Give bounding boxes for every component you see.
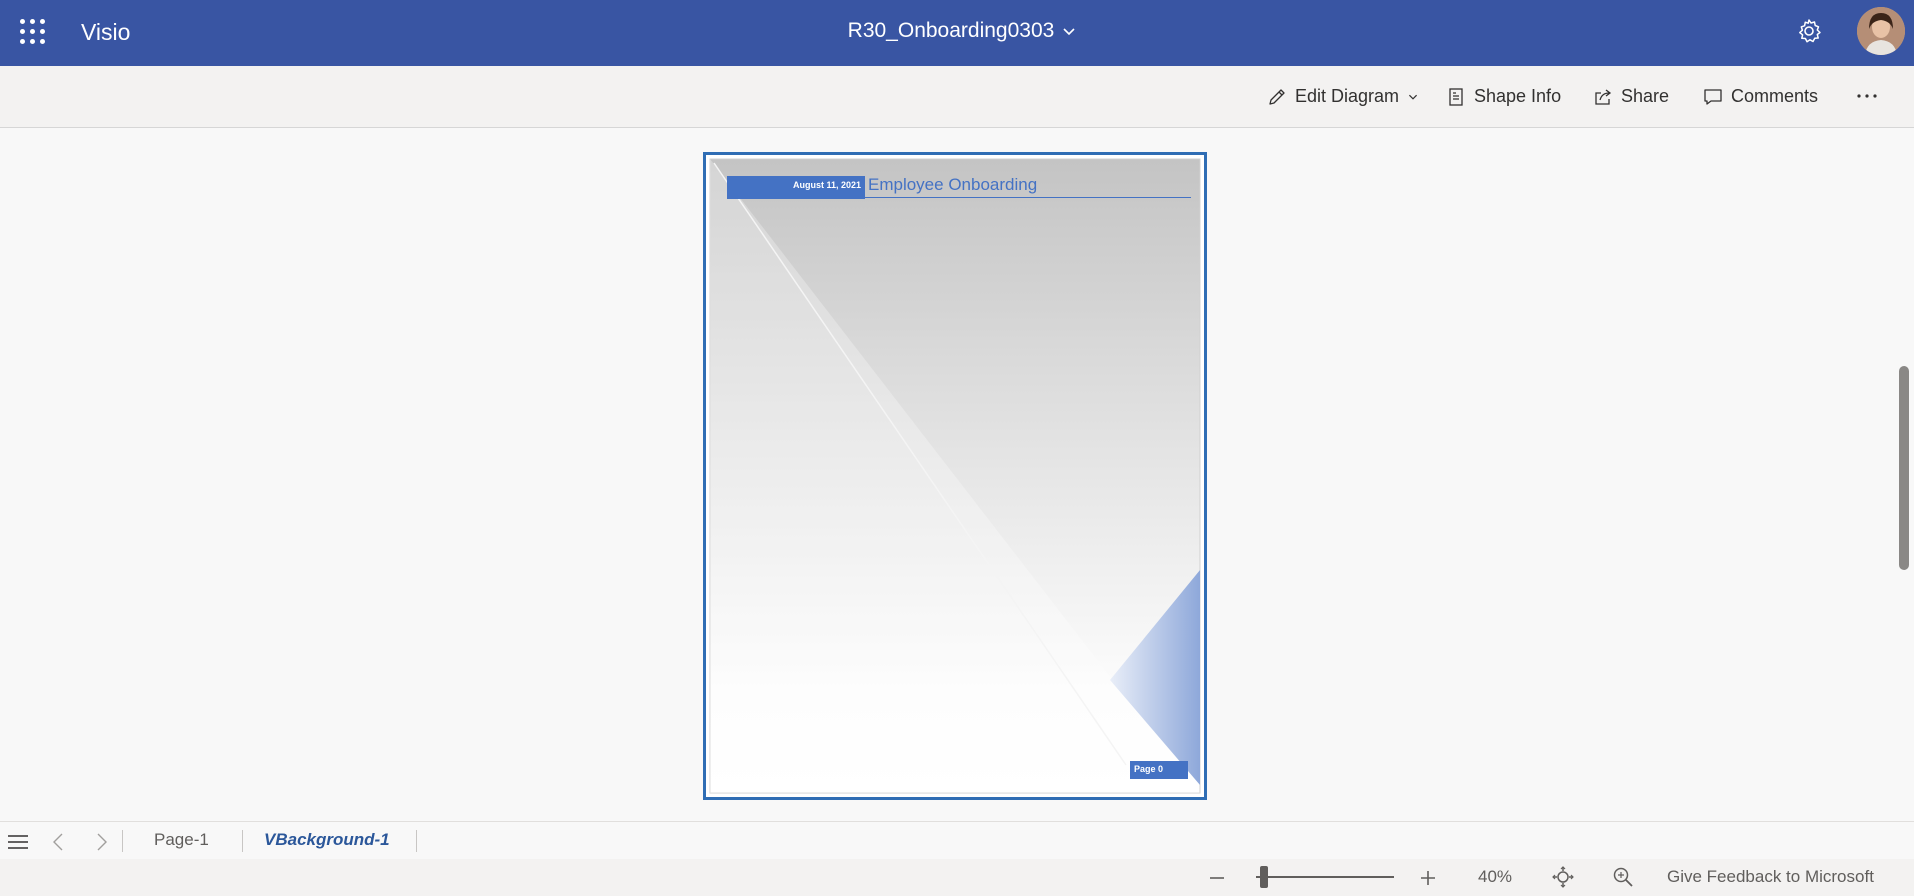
app-launcher-icon[interactable]: [20, 19, 46, 45]
edit-diagram-label: Edit Diagram: [1295, 86, 1400, 106]
shape-info-label: Shape Info: [1474, 86, 1562, 106]
share-button[interactable]: Share: [1593, 86, 1669, 107]
page-number-label: Page 0: [1134, 764, 1164, 774]
zoom-slider-track[interactable]: [1256, 876, 1394, 878]
magnifier-icon[interactable]: [1612, 866, 1634, 888]
page-tabs-bar: Page-1 VBackground-1: [0, 821, 1914, 859]
chevron-down-icon: [1409, 94, 1418, 100]
chevron-down-icon: [1063, 28, 1075, 36]
pencil-icon: [1269, 88, 1285, 105]
vertical-scrollbar[interactable]: [1894, 129, 1914, 821]
shape-info-icon: [1449, 87, 1463, 106]
divider: [122, 830, 123, 852]
user-avatar[interactable]: [1857, 7, 1905, 55]
top-bar: Visio R30_Onboarding0303: [0, 0, 1914, 66]
chevron-left-icon[interactable]: [48, 831, 70, 853]
tab-vbackground-1[interactable]: VBackground-1: [264, 830, 390, 850]
divider: [242, 830, 243, 852]
gear-icon[interactable]: [1795, 17, 1823, 45]
menu-icon[interactable]: [7, 831, 29, 853]
scrollbar-thumb[interactable]: [1899, 366, 1909, 570]
background-graphic: [709, 158, 1201, 794]
edit-diagram-button[interactable]: Edit Diagram: [1267, 86, 1419, 107]
header-rule: [865, 197, 1191, 198]
shape-info-button[interactable]: Shape Info: [1446, 86, 1561, 107]
diagram-page[interactable]: August 11, 2021 Employee Onboarding Page…: [703, 152, 1207, 800]
share-label: Share: [1621, 86, 1670, 106]
give-feedback-link[interactable]: Give Feedback to Microsoft: [1667, 867, 1874, 887]
zoom-level[interactable]: 40%: [1478, 867, 1512, 887]
app-name[interactable]: Visio: [81, 19, 130, 46]
comment-icon: [1704, 88, 1722, 105]
more-options-icon[interactable]: [1855, 84, 1879, 108]
document-title: R30_Onboarding0303: [847, 19, 1055, 42]
tab-page-1[interactable]: Page-1: [154, 830, 209, 850]
command-bar: Edit Diagram Shape Info Share Comments: [0, 66, 1914, 128]
divider: [416, 830, 417, 852]
chevron-right-icon[interactable]: [90, 831, 112, 853]
zoom-in-icon[interactable]: [1417, 867, 1439, 889]
zoom-slider-thumb[interactable]: [1260, 866, 1268, 888]
comments-label: Comments: [1731, 86, 1819, 106]
zoom-out-icon[interactable]: [1206, 867, 1228, 889]
comments-button[interactable]: Comments: [1703, 86, 1818, 107]
diagram-title: Employee Onboarding: [868, 175, 1038, 194]
document-title-button[interactable]: R30_Onboarding0303: [848, 19, 1077, 43]
fit-to-window-icon[interactable]: [1552, 866, 1574, 888]
share-icon: [1595, 88, 1612, 105]
document-title-container: R30_Onboarding0303: [0, 19, 1914, 43]
status-bar: 40% Give Feedback to Microsoft: [0, 859, 1914, 896]
header-date: August 11, 2021: [792, 180, 861, 190]
